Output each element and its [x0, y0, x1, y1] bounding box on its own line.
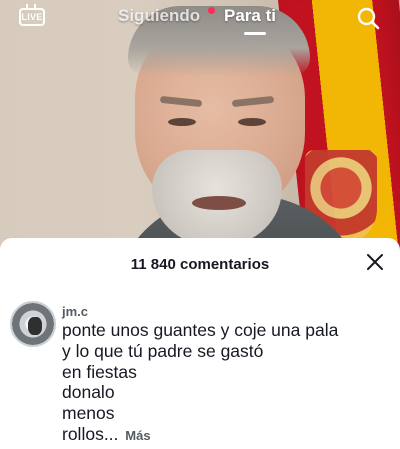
person-right-eye	[238, 118, 266, 126]
live-icon: LIVE	[19, 8, 45, 26]
notification-dot	[208, 7, 215, 14]
video-player[interactable]	[0, 0, 400, 262]
comments-count-title: 11 840 comentarios	[130, 256, 270, 273]
comment-line: en fiestas	[62, 361, 137, 382]
avatar-image	[28, 317, 42, 335]
comment-line: donalo	[62, 382, 115, 403]
comment-username[interactable]: jm.c	[62, 304, 88, 319]
tab-for-you[interactable]: Para ti	[224, 6, 276, 26]
comment-truncated-text: rollos...	[62, 423, 119, 444]
close-icon[interactable]	[366, 253, 384, 271]
comment-line: y lo que tú padre se gastó	[62, 340, 264, 361]
tv-antenna-icon	[26, 4, 36, 10]
comments-sheet: 11 840 comentarios jm.c ponte unos guant…	[0, 238, 400, 449]
comment-text: ponte unos guantes y coje una pala y lo …	[62, 320, 382, 447]
avatar[interactable]	[10, 301, 56, 347]
tab-following[interactable]: Siguiendo	[118, 6, 200, 26]
active-tab-indicator	[244, 32, 266, 35]
comment-last-line: rollos... Más	[62, 424, 382, 447]
see-more-link[interactable]: Más	[125, 428, 150, 443]
comment-line: menos	[62, 403, 115, 424]
search-icon[interactable]	[356, 6, 380, 30]
top-bar: LIVE Siguiendo Para ti	[0, 0, 400, 36]
live-button[interactable]: LIVE	[18, 4, 46, 30]
person-mouth	[192, 196, 246, 210]
comment-line: ponte unos guantes y coje una pala	[62, 320, 339, 340]
person-left-eye	[168, 118, 196, 126]
